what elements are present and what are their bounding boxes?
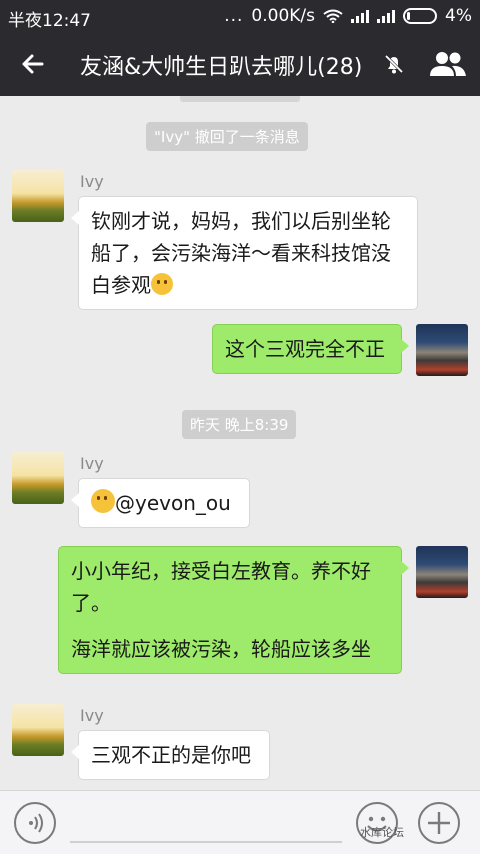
signal-icon-1 [351, 9, 370, 23]
avatar-ivy[interactable] [12, 704, 64, 756]
message-text-line: 海洋就应该被污染，轮船应该多坐 [71, 637, 371, 661]
input-bar [0, 790, 480, 854]
status-dots: ... [224, 6, 244, 26]
message-bubble-incoming[interactable]: @yevon_ou [71, 478, 250, 528]
message-bubble-outgoing[interactable]: 小小年纪，接受白左教育。养不好了。 海洋就应该被污染，轮船应该多坐 [58, 546, 409, 674]
chat-header: 友涵&大帅生日趴去哪儿(28) [0, 32, 480, 96]
avatar-ivy[interactable] [12, 170, 64, 222]
message-list[interactable]: "Ivy" 撤回了一条消息 Ivy 钦刚才说，妈妈，我们以后别坐轮船了，会污染海… [0, 96, 480, 790]
network-speed: 0.00K/s [251, 6, 316, 26]
message-text: 这个三观完全不正 [225, 337, 385, 361]
sender-name: Ivy [80, 454, 104, 473]
sly-face-emoji-icon [91, 489, 115, 513]
back-arrow-icon[interactable] [14, 46, 50, 82]
recall-notice: "Ivy" 撤回了一条消息 [146, 122, 308, 151]
signal-icon-2 [377, 9, 396, 23]
thinking-emoji-icon [151, 273, 173, 295]
voice-wave-icon [29, 813, 43, 833]
message-bubble-incoming[interactable]: 钦刚才说，妈妈，我们以后别坐轮船了，会污染海洋～看来科技馆没白参观 [71, 196, 418, 310]
voice-input-button[interactable] [14, 802, 56, 844]
message-text-line: 小小年纪，接受白左教育。养不好了。 [71, 559, 371, 615]
chat-title: 友涵&大帅生日趴去哪儿(28) [80, 55, 363, 80]
watermark: 水库论坛 [360, 826, 404, 839]
message-text: 三观不正的是你吧 [91, 743, 251, 767]
battery-percent: 4% [445, 6, 472, 26]
timestamp-divider: 昨天 晚上8:39 [182, 410, 297, 439]
battery-icon [403, 8, 438, 24]
message-bubble-incoming[interactable]: 三观不正的是你吧 [71, 730, 270, 780]
plus-icon [428, 812, 450, 834]
wifi-icon [323, 9, 343, 23]
mute-bell-icon [384, 54, 404, 74]
group-members-icon[interactable] [428, 48, 468, 80]
message-bubble-outgoing[interactable]: 这个三观完全不正 [212, 324, 409, 374]
avatar-ivy[interactable] [12, 452, 64, 504]
status-bar: 半夜12:47 ... 0.00K/s 4% [0, 0, 480, 32]
message-text: @yevon_ou [115, 491, 231, 515]
more-actions-button[interactable] [418, 802, 460, 844]
status-right-group: ... 0.00K/s 4% [224, 6, 472, 26]
avatar-me[interactable] [416, 324, 468, 376]
previous-notice-pill [180, 96, 300, 102]
message-input[interactable] [70, 841, 342, 843]
message-text: 钦刚才说，妈妈，我们以后别坐轮船了，会污染海洋～看来科技馆没白参观 [91, 209, 391, 297]
sender-name: Ivy [80, 172, 104, 191]
sender-name: Ivy [80, 706, 104, 725]
avatar-me[interactable] [416, 546, 468, 598]
status-time: 半夜12:47 [8, 11, 91, 31]
